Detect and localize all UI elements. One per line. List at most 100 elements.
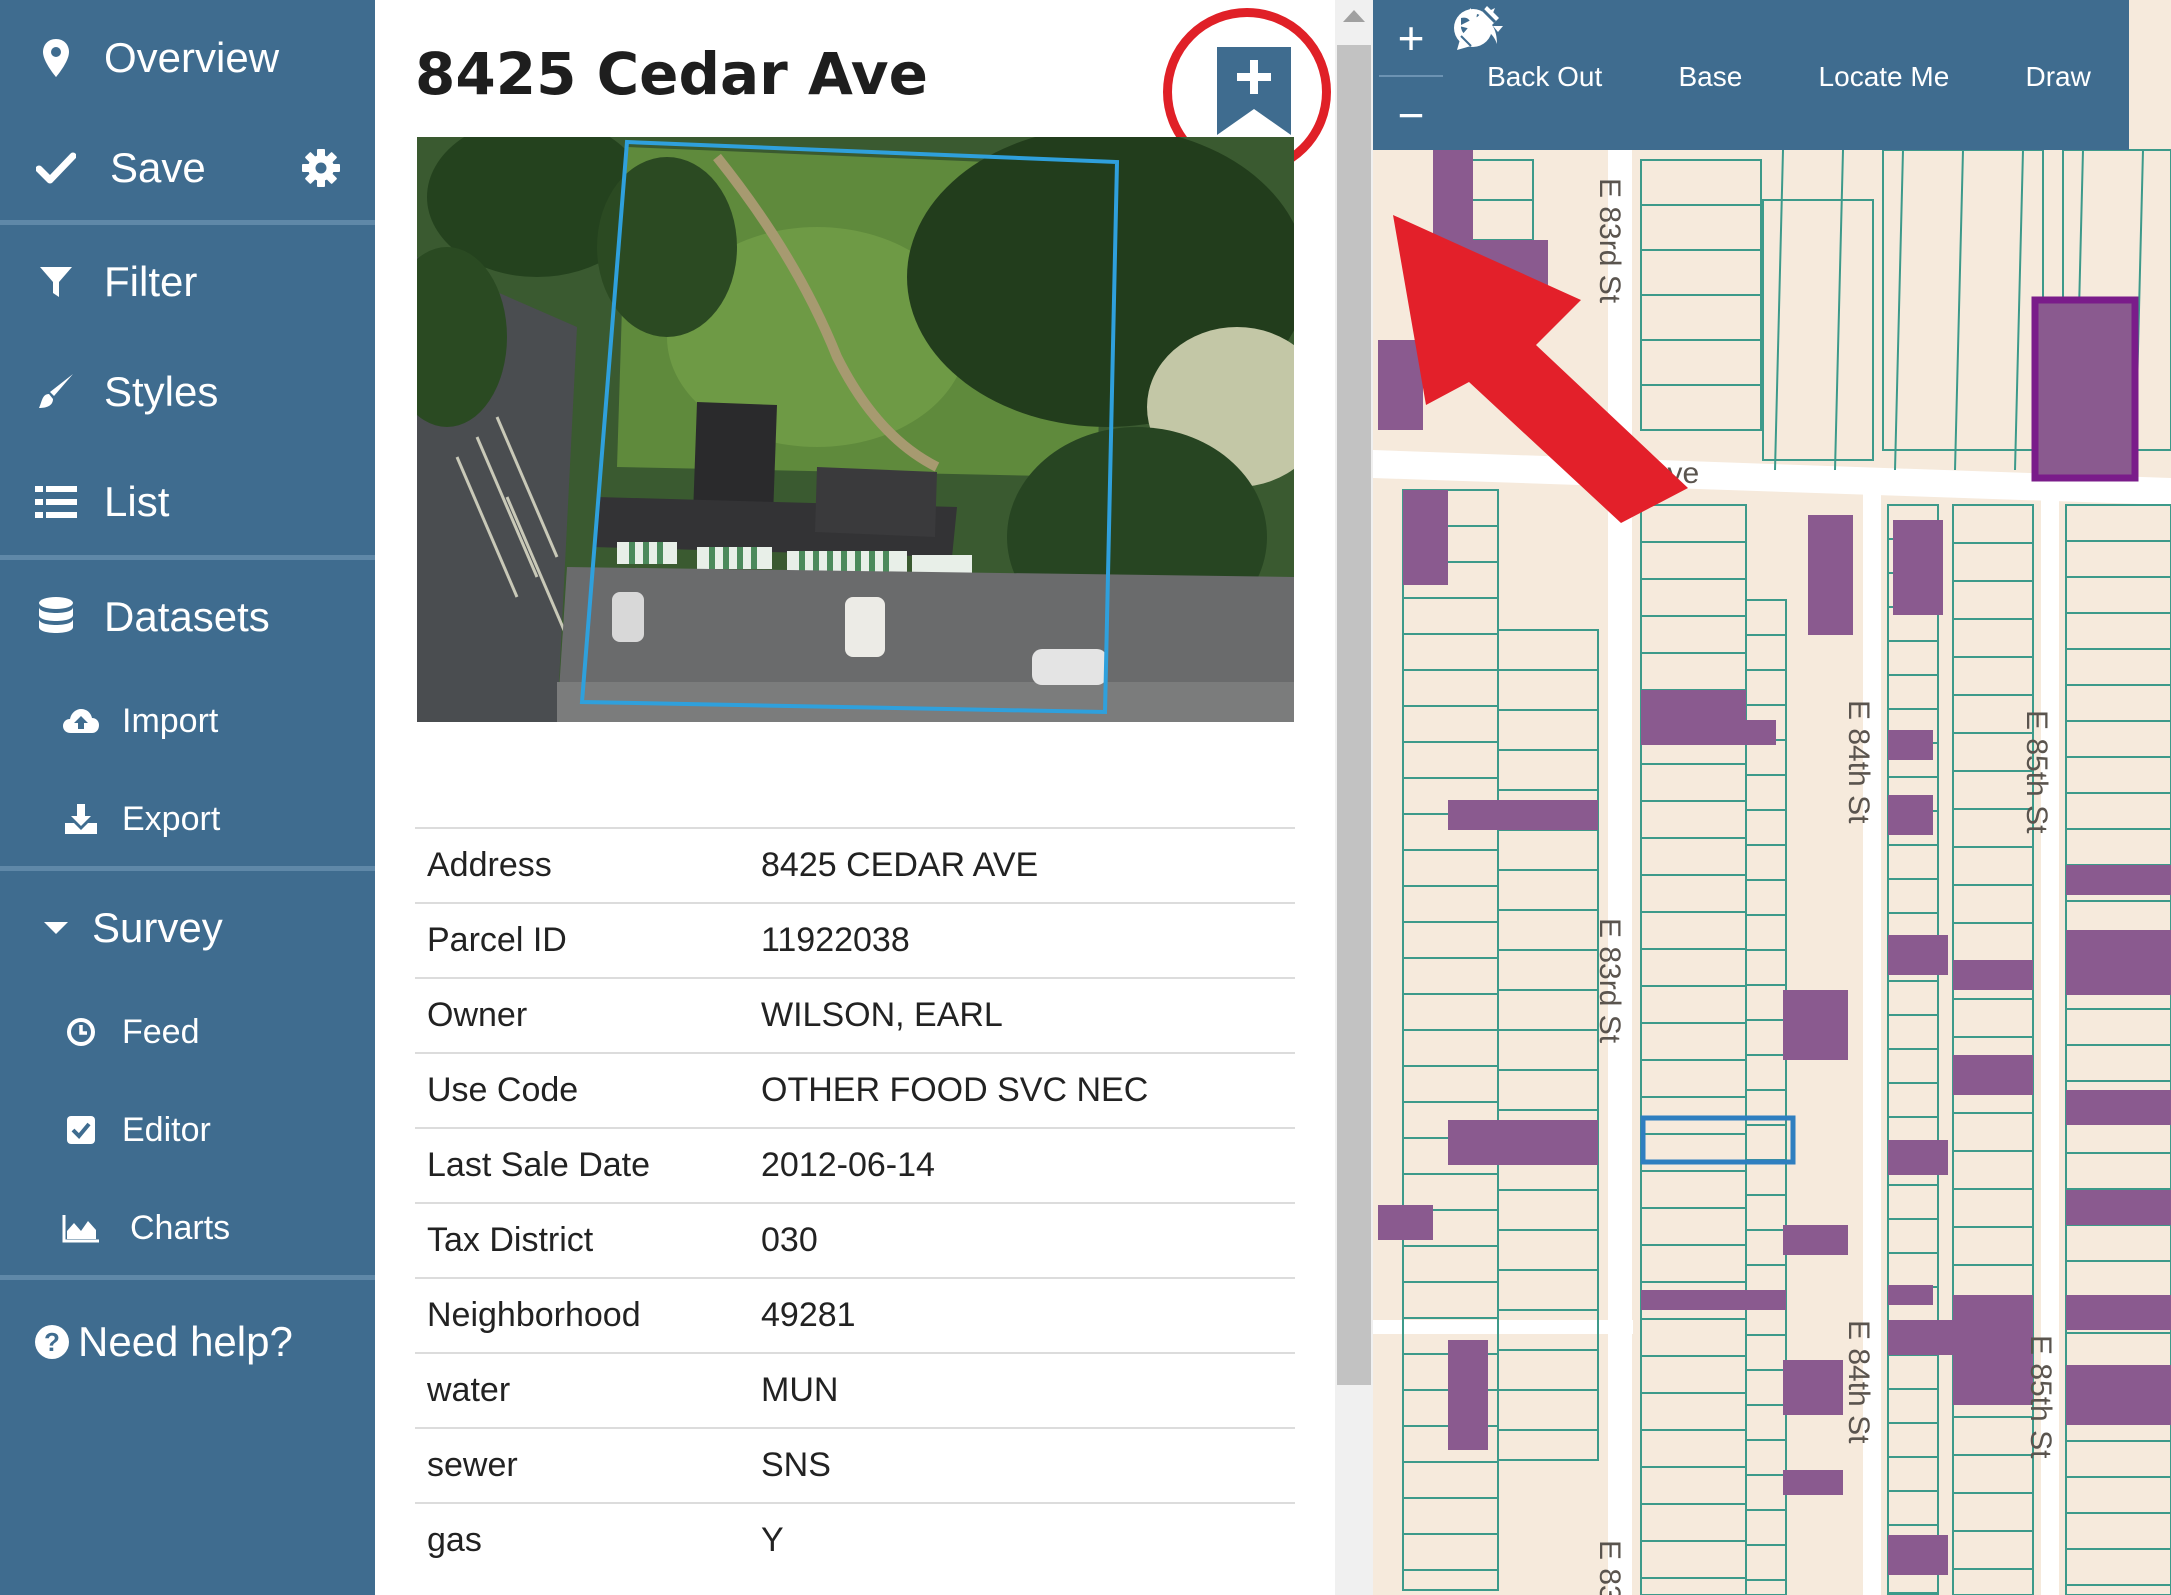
- highlighted-parcel[interactable]: [1953, 960, 2033, 990]
- base-label: Base: [1678, 61, 1743, 92]
- highlighted-parcel[interactable]: [2066, 1190, 2171, 1225]
- highlighted-parcel[interactable]: [2066, 1090, 2171, 1125]
- attribute-value: WILSON, EARL: [749, 977, 1295, 1053]
- highlighted-parcel[interactable]: [1888, 935, 1948, 975]
- attribute-value: 8425 CEDAR AVE: [749, 827, 1295, 903]
- sidebar-divider: [0, 1275, 375, 1280]
- download-icon: [62, 800, 100, 838]
- highlighted-parcel[interactable]: [1783, 1225, 1848, 1255]
- locate-me-button[interactable]: Locate Me: [1459, 8, 1950, 93]
- sidebar-item-overview[interactable]: Overview: [0, 3, 375, 113]
- zoom-out-button[interactable]: −: [1373, 77, 1449, 152]
- sidebar-item-help[interactable]: ? Need help?: [0, 1287, 375, 1397]
- highlighted-parcel[interactable]: [1953, 1295, 2033, 1405]
- street-label-e83-top: E 83rd St: [1593, 178, 1626, 304]
- page-title: 8425 Cedar Ave: [415, 40, 928, 108]
- highlighted-parcel[interactable]: [1888, 1140, 1948, 1175]
- parcel-block: [1640, 504, 1747, 1595]
- attribute-value: 030: [749, 1202, 1295, 1278]
- highlighted-parcel[interactable]: [2066, 865, 2171, 895]
- sidebar-item-survey[interactable]: Survey: [0, 873, 375, 983]
- highlighted-parcel[interactable]: [1808, 515, 1853, 635]
- highlighted-parcel[interactable]: [1378, 1205, 1433, 1240]
- street-label-e83-bottom: E 83: [1593, 1540, 1626, 1595]
- street-label-e84-top: E 84th St: [1842, 700, 1875, 824]
- highlighted-parcel[interactable]: [2066, 1295, 2171, 1330]
- sidebar-item-export[interactable]: Export: [0, 770, 375, 868]
- sidebar-item-import[interactable]: Import: [0, 672, 375, 770]
- highlighted-parcel[interactable]: [1448, 1120, 1598, 1165]
- street: [1373, 1320, 1633, 1334]
- highlighted-parcel[interactable]: [1641, 720, 1776, 745]
- sidebar-item-list[interactable]: List: [0, 447, 375, 557]
- highlighted-parcel[interactable]: [1783, 1470, 1843, 1495]
- parcel-line: [1894, 149, 1904, 471]
- attribute-value: MUN: [749, 1352, 1295, 1428]
- sidebar-item-label: Export: [122, 799, 221, 838]
- highlighted-parcel[interactable]: [1888, 795, 1933, 835]
- zoom-in-button[interactable]: +: [1373, 0, 1449, 75]
- locate-me-label: Locate Me: [1818, 61, 1950, 92]
- sidebar-item-label: Survey: [92, 904, 223, 951]
- highlighted-parcel[interactable]: [1888, 1285, 1933, 1305]
- bookmark-plus-icon: [1217, 47, 1291, 135]
- sidebar-item-label: Charts: [130, 1208, 231, 1247]
- highlighted-parcel[interactable]: [1888, 1535, 1948, 1575]
- scroll-up-arrow-icon[interactable]: [1343, 10, 1365, 22]
- sidebar-item-datasets[interactable]: Datasets: [0, 562, 375, 672]
- highlighted-parcel[interactable]: [1893, 520, 1943, 615]
- highlighted-parcel[interactable]: [1403, 490, 1448, 585]
- highlighted-parcel[interactable]: [1783, 1360, 1843, 1415]
- table-row: Owner WILSON, EARL: [415, 977, 1295, 1053]
- bookmark-add-button[interactable]: [1215, 45, 1293, 137]
- sidebar-item-styles[interactable]: Styles: [0, 337, 375, 447]
- highlighted-parcel[interactable]: [1448, 1340, 1488, 1450]
- highlighted-parcel[interactable]: [1641, 690, 1746, 720]
- back-out-button[interactable]: Back Out: [1457, 8, 1602, 93]
- sidebar-item-feed[interactable]: Feed: [0, 983, 375, 1081]
- highlighted-parcel[interactable]: [1448, 800, 1598, 830]
- attribute-key: Address: [415, 827, 749, 903]
- map-marker-icon: [34, 36, 78, 80]
- sidebar-item-label: Import: [122, 701, 219, 740]
- scrollbar-thumb[interactable]: [1337, 45, 1371, 1385]
- sidebar-item-charts[interactable]: Charts: [0, 1179, 375, 1277]
- highlighted-parcel[interactable]: [2066, 1365, 2171, 1425]
- highlighted-parcel[interactable]: [1783, 990, 1848, 1060]
- attribute-key: Use Code: [415, 1052, 749, 1128]
- aerial-photo: [387, 117, 1327, 722]
- draw-button[interactable]: Draw: [1457, 6, 2091, 93]
- scrollbar[interactable]: [1335, 0, 1373, 1595]
- sidebar-divider: [0, 866, 375, 871]
- attribute-key: Last Sale Date: [415, 1127, 749, 1203]
- parcel-line: [2014, 149, 2024, 471]
- table-row: Parcel ID 11922038: [415, 902, 1295, 978]
- highlighted-parcel[interactable]: [2066, 930, 2171, 995]
- highlighted-parcel[interactable]: [1433, 240, 1548, 310]
- gear-icon[interactable]: [301, 148, 341, 188]
- highlighted-parcel[interactable]: [1888, 730, 1933, 760]
- highlighted-parcel[interactable]: [1378, 340, 1423, 430]
- map-view[interactable]: E 83rd St E 83rd St E 83 Ave E 84th St E…: [1373, 0, 2171, 1595]
- highlighted-parcel[interactable]: [1641, 1290, 1786, 1310]
- question-circle-icon: ?: [30, 1320, 74, 1364]
- base-layer-button[interactable]: Base: [1454, 9, 1743, 93]
- table-row: Address 8425 CEDAR AVE: [415, 827, 1295, 903]
- parcel-block: [1952, 504, 2034, 1595]
- highlighted-parcel[interactable]: [1953, 1055, 2033, 1095]
- sidebar-item-save[interactable]: Save: [0, 113, 375, 223]
- parcel-attributes-table: Address 8425 CEDAR AVE Parcel ID 11922038 Ow…: [415, 827, 1295, 1577]
- parcel-block: [1497, 629, 1599, 1461]
- highlighted-parcel[interactable]: [2031, 296, 2139, 482]
- attribute-key: gas: [415, 1502, 749, 1577]
- parcel-block: [2065, 504, 2171, 1595]
- table-row: Tax District 030: [415, 1202, 1295, 1278]
- highlighted-parcel[interactable]: [1888, 1320, 1958, 1355]
- sidebar-item-editor[interactable]: Editor: [0, 1081, 375, 1179]
- pencil-icon: [1457, 6, 1499, 50]
- table-row: water MUN: [415, 1352, 1295, 1428]
- parcel-line: [1774, 149, 1784, 471]
- sidebar-item-label: Save: [110, 144, 206, 191]
- street-label-e85-bottom: E 85th St: [2024, 1335, 2057, 1459]
- sidebar-item-filter[interactable]: Filter: [0, 227, 375, 337]
